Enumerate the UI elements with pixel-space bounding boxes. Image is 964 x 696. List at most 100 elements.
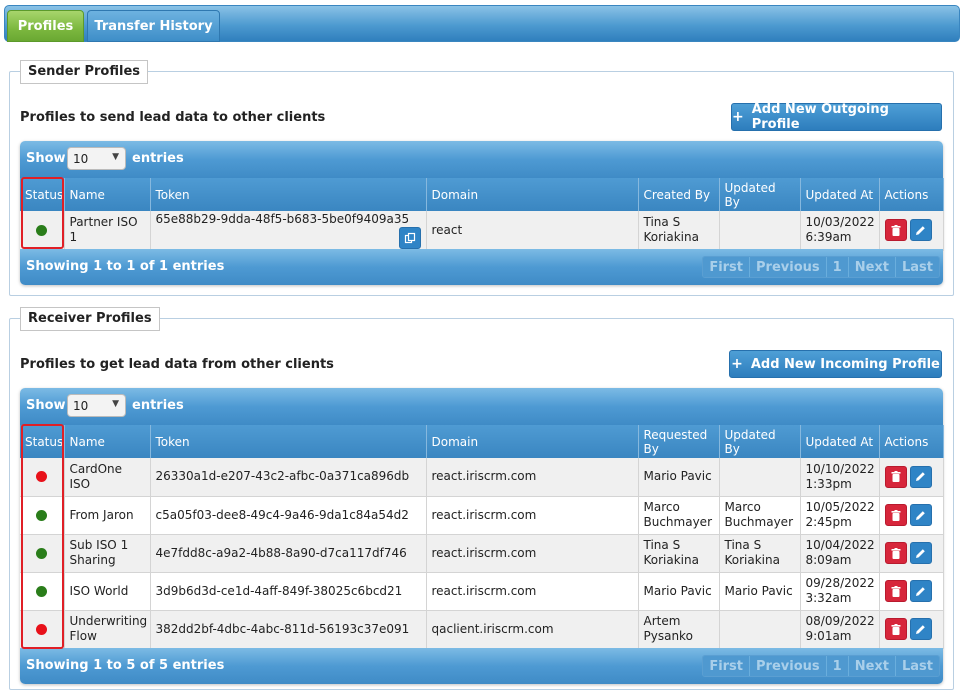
actions-cell	[879, 458, 944, 497]
trash-icon	[891, 509, 900, 521]
token-cell: c5a05f03-dee8-49c4-9a46-9da1c84a54d2	[150, 496, 427, 535]
table-row: Sub ISO 1 Sharing 4e7fdd8c-a9a2-4b88-8a90…	[20, 534, 944, 573]
col-requested-by[interactable]: Requested By	[638, 425, 720, 458]
delete-button[interactable]	[884, 465, 907, 488]
edit-button[interactable]	[909, 219, 932, 242]
table-header-row: Status Name Token Domain Created By Upda…	[20, 178, 944, 211]
updated-by-cell	[719, 458, 801, 497]
domain-cell: react.iriscrm.com	[426, 458, 639, 497]
col-name[interactable]: Name	[64, 425, 151, 458]
status-cell	[20, 534, 65, 573]
add-outgoing-profile-button[interactable]: + Add New Outgoing Profile	[731, 102, 942, 132]
delete-button[interactable]	[884, 580, 907, 602]
pager-last[interactable]: Last	[895, 656, 939, 676]
col-token[interactable]: Token	[150, 178, 427, 211]
col-status[interactable]: Status	[20, 425, 65, 458]
requested-by-cell: Mario Pavic	[638, 458, 720, 497]
pager-page-1[interactable]: 1	[826, 257, 849, 277]
delete-button[interactable]	[884, 618, 907, 640]
sender-entries-select[interactable]: 10 ▼	[67, 147, 126, 170]
token-text: 65e88b29-9dda-48f5-b683-5be0f9409a35	[155, 211, 410, 226]
updated-at-cell: 10/10/2022 1:33pm	[800, 458, 880, 497]
add-incoming-profile-button[interactable]: + Add New Incoming Profile	[729, 350, 942, 378]
token-cell: 65e88b29-9dda-48f5-b683-5be0f9409a35	[150, 211, 427, 251]
receiver-entries-select[interactable]: 10 ▼	[67, 394, 126, 417]
copy-icon	[404, 232, 415, 243]
pager-next[interactable]: Next	[848, 656, 896, 676]
show-label: Show	[26, 151, 66, 166]
col-updated-by[interactable]: Updated By	[719, 425, 801, 458]
add-incoming-profile-label: Add New Incoming Profile	[750, 356, 940, 372]
trash-icon	[891, 585, 900, 597]
receiver-pagination: First Previous 1 Next Last	[702, 655, 940, 677]
col-status[interactable]: Status	[20, 178, 65, 211]
pager-last[interactable]: Last	[895, 257, 939, 277]
status-cell	[20, 610, 65, 649]
domain-cell: react	[426, 211, 639, 251]
col-updated-by[interactable]: Updated By	[719, 178, 801, 211]
table-row: Partner ISO 1 65e88b29-9dda-48f5-b683-5b…	[20, 211, 944, 251]
pager-first[interactable]: First	[703, 257, 751, 277]
actions-cell	[879, 610, 944, 649]
requested-by-cell: Marco Buchmayer	[638, 496, 720, 535]
tab-profiles[interactable]: Profiles	[7, 10, 84, 42]
trash-icon	[891, 471, 900, 483]
domain-cell: react.iriscrm.com	[426, 572, 639, 611]
entries-label: entries	[132, 398, 184, 413]
sender-section-title: Profiles to send lead data to other clie…	[20, 110, 326, 125]
edit-button[interactable]	[909, 618, 932, 640]
receiver-table-footer: Showing 1 to 5 of 5 entries First Previo…	[20, 648, 943, 684]
updated-at-cell: 08/09/2022 9:01am	[800, 610, 880, 649]
updated-at-cell: 10/04/2022 8:09am	[800, 534, 880, 573]
col-updated-at[interactable]: Updated At	[800, 178, 880, 211]
col-created-by[interactable]: Created By	[638, 178, 720, 211]
domain-cell: react.iriscrm.com	[426, 496, 639, 535]
pager-previous[interactable]: Previous	[750, 656, 827, 676]
updated-at-cell: 10/05/2022 2:45pm	[800, 496, 880, 535]
table-header-row: Status Name Token Domain Requested By Up…	[20, 425, 944, 458]
actions-cell	[879, 534, 944, 573]
col-token[interactable]: Token	[150, 425, 427, 458]
requested-by-cell: Artem Pysanko	[638, 610, 720, 649]
pencil-icon	[916, 548, 925, 558]
delete-button[interactable]	[884, 542, 907, 564]
trash-icon	[891, 623, 900, 635]
name-cell: Sub ISO 1 Sharing	[64, 534, 151, 573]
edit-button[interactable]	[909, 580, 932, 602]
actions-cell	[879, 496, 944, 535]
status-indicator	[36, 471, 48, 483]
pager-next[interactable]: Next	[848, 257, 896, 277]
add-outgoing-profile-label: Add New Outgoing Profile	[751, 102, 889, 132]
table-row: CardOne ISO 26330a1d-e207-43c2-afbc-0a371…	[20, 458, 944, 497]
col-name[interactable]: Name	[64, 178, 151, 211]
token-cell: 382dd2bf-4dbc-4abc-811d-56193c37e091	[150, 610, 427, 649]
col-domain[interactable]: Domain	[426, 425, 639, 458]
entries-select-value: 10	[73, 398, 89, 413]
chevron-down-icon: ▼	[112, 399, 119, 409]
trash-icon	[891, 224, 900, 236]
copy-token-button[interactable]	[398, 226, 421, 249]
edit-button[interactable]	[909, 542, 932, 564]
sender-table-toolbar: Show 10 ▼ entries	[20, 141, 943, 178]
tab-transfer-history[interactable]: Transfer History	[87, 10, 220, 42]
pager-page-1[interactable]: 1	[826, 656, 849, 676]
created-by-cell: Tina S Koriakina	[638, 211, 720, 251]
name-cell: Underwriting Flow	[64, 610, 151, 649]
tab-bar: Profiles Transfer History	[4, 5, 960, 42]
table-row: Underwriting Flow 382dd2bf-4dbc-4abc-811d…	[20, 610, 944, 649]
pager-first[interactable]: First	[703, 656, 751, 676]
edit-button[interactable]	[909, 504, 932, 526]
plus-icon: +	[731, 356, 743, 372]
col-updated-at[interactable]: Updated At	[800, 425, 880, 458]
delete-button[interactable]	[884, 504, 907, 526]
edit-button[interactable]	[909, 465, 932, 488]
delete-button[interactable]	[884, 219, 907, 242]
sender-table-info: Showing 1 to 1 of 1 entries	[26, 259, 225, 274]
updated-by-cell: Marco Buchmayer	[719, 496, 801, 535]
sender-table-panel: Show 10 ▼ entries Status Name Token Doma…	[20, 141, 944, 285]
col-domain[interactable]: Domain	[426, 178, 639, 211]
chevron-down-icon: ▼	[112, 152, 119, 162]
pager-previous[interactable]: Previous	[750, 257, 827, 277]
table-row: From Jaron c5a05f03-dee8-49c4-9a46-9da1c8…	[20, 496, 944, 535]
receiver-profiles-legend: Receiver Profiles	[20, 307, 160, 331]
